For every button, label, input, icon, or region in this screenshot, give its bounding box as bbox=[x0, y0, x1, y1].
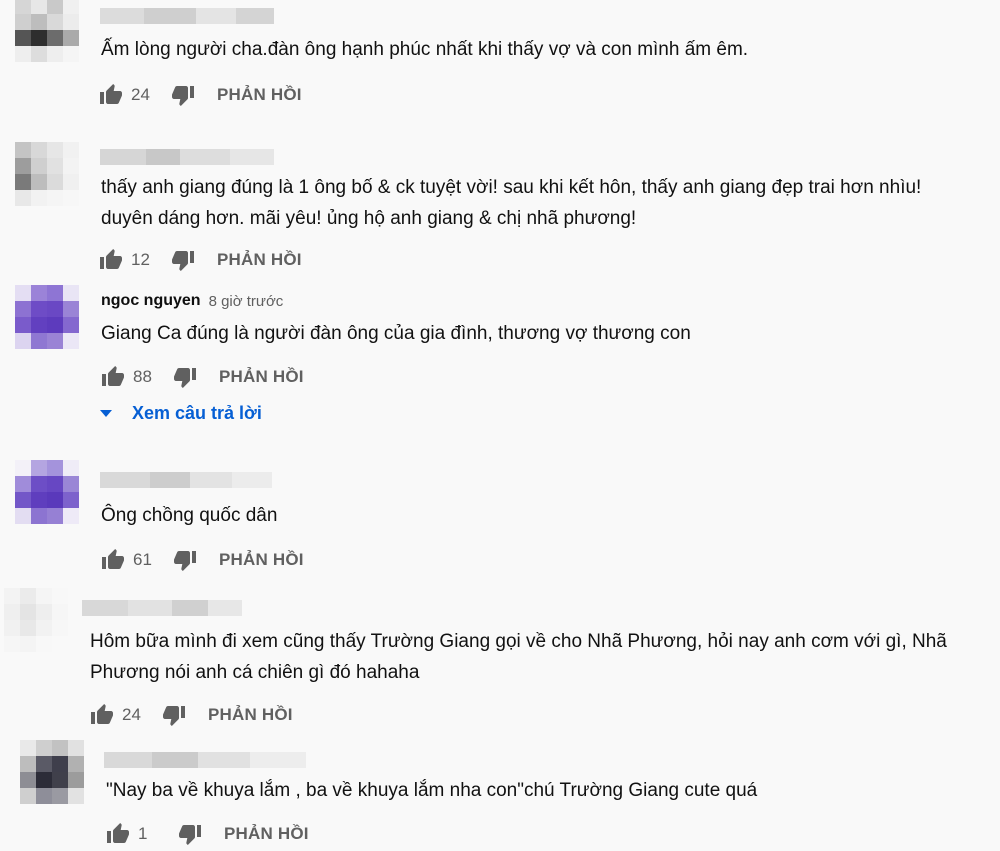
thumbs-up-icon[interactable] bbox=[90, 703, 114, 727]
like-count: 24 bbox=[122, 705, 141, 724]
thumbs-down-icon[interactable] bbox=[178, 822, 202, 846]
like-count: 88 bbox=[133, 367, 152, 386]
author-name-blurred[interactable] bbox=[100, 149, 274, 165]
comment-text: Ông chồng quốc dân bbox=[101, 505, 278, 526]
thumbs-down-icon[interactable] bbox=[162, 703, 186, 727]
avatar[interactable] bbox=[4, 588, 68, 652]
comment-actions: 24 PHẢN HỒI bbox=[99, 80, 302, 110]
comment-text: Giang Ca đúng là người đàn ông của gia đ… bbox=[101, 323, 691, 344]
like-count: 24 bbox=[131, 85, 150, 104]
author-name-blurred[interactable] bbox=[100, 8, 274, 24]
author-name-blurred[interactable] bbox=[100, 472, 272, 488]
thumbs-down-icon[interactable] bbox=[171, 248, 195, 272]
comment-actions: 61 PHẢN HỒI bbox=[101, 545, 304, 575]
comment-author-row: ngoc nguyen 8 giờ trước bbox=[101, 289, 283, 313]
comment-actions: 24 PHẢN HỒI bbox=[90, 700, 293, 730]
avatar[interactable] bbox=[20, 740, 84, 804]
reply-button[interactable]: PHẢN HỒI bbox=[224, 824, 309, 844]
thumbs-up-icon[interactable] bbox=[101, 365, 125, 389]
reply-button[interactable]: PHẢN HỒI bbox=[219, 367, 304, 387]
comment-text: Ấm lòng người cha.đàn ông hạnh phúc nhất… bbox=[101, 39, 749, 60]
comment-author-row bbox=[100, 4, 274, 28]
comment-actions: 88 PHẢN HỒI bbox=[101, 362, 304, 392]
avatar[interactable] bbox=[15, 0, 79, 62]
thumbs-up-icon[interactable] bbox=[106, 822, 130, 846]
comment-actions: 12 PHẢN HỒI bbox=[99, 245, 302, 275]
comment-text: "Nay ba về khuya lắm , ba về khuya lắm n… bbox=[106, 780, 758, 801]
author-name[interactable]: ngoc nguyen bbox=[101, 292, 201, 310]
thumbs-up-icon[interactable] bbox=[99, 248, 123, 272]
avatar[interactable] bbox=[15, 460, 79, 524]
comment-author-row bbox=[82, 596, 242, 620]
comment-author-row bbox=[100, 468, 272, 492]
comment-text: Hôm bữa mình đi xem cũng thấy Trường Gia… bbox=[90, 631, 947, 683]
comment-actions: 1 PHẢN HỒI bbox=[106, 819, 309, 849]
reply-button[interactable]: PHẢN HỒI bbox=[208, 705, 293, 725]
author-name-blurred[interactable] bbox=[82, 600, 242, 616]
thumbs-up-icon[interactable] bbox=[101, 548, 125, 572]
thumbs-down-icon[interactable] bbox=[173, 365, 197, 389]
like-count: 12 bbox=[131, 250, 150, 269]
comment-timestamp[interactable]: 8 giờ trước bbox=[209, 293, 284, 310]
comment-author-row bbox=[104, 748, 306, 772]
avatar[interactable] bbox=[15, 285, 79, 349]
author-name-blurred[interactable] bbox=[104, 752, 306, 768]
thumbs-up-icon[interactable] bbox=[99, 83, 123, 107]
view-replies-label: Xem câu trả lời bbox=[132, 403, 262, 423]
like-count: 61 bbox=[133, 550, 152, 569]
avatar[interactable] bbox=[15, 142, 79, 206]
thumbs-down-icon[interactable] bbox=[171, 83, 195, 107]
comment-author-row bbox=[100, 145, 274, 169]
like-count: 1 bbox=[138, 824, 148, 843]
thumbs-down-icon[interactable] bbox=[173, 548, 197, 572]
caret-down-icon bbox=[100, 410, 112, 417]
reply-button[interactable]: PHẢN HỒI bbox=[219, 550, 304, 570]
view-replies-button[interactable]: Xem câu trả lời bbox=[100, 403, 262, 424]
comment-text: thấy anh giang đúng là 1 ông bố & ck tuy… bbox=[101, 177, 922, 229]
reply-button[interactable]: PHẢN HỒI bbox=[217, 250, 302, 270]
reply-button[interactable]: PHẢN HỒI bbox=[217, 85, 302, 105]
